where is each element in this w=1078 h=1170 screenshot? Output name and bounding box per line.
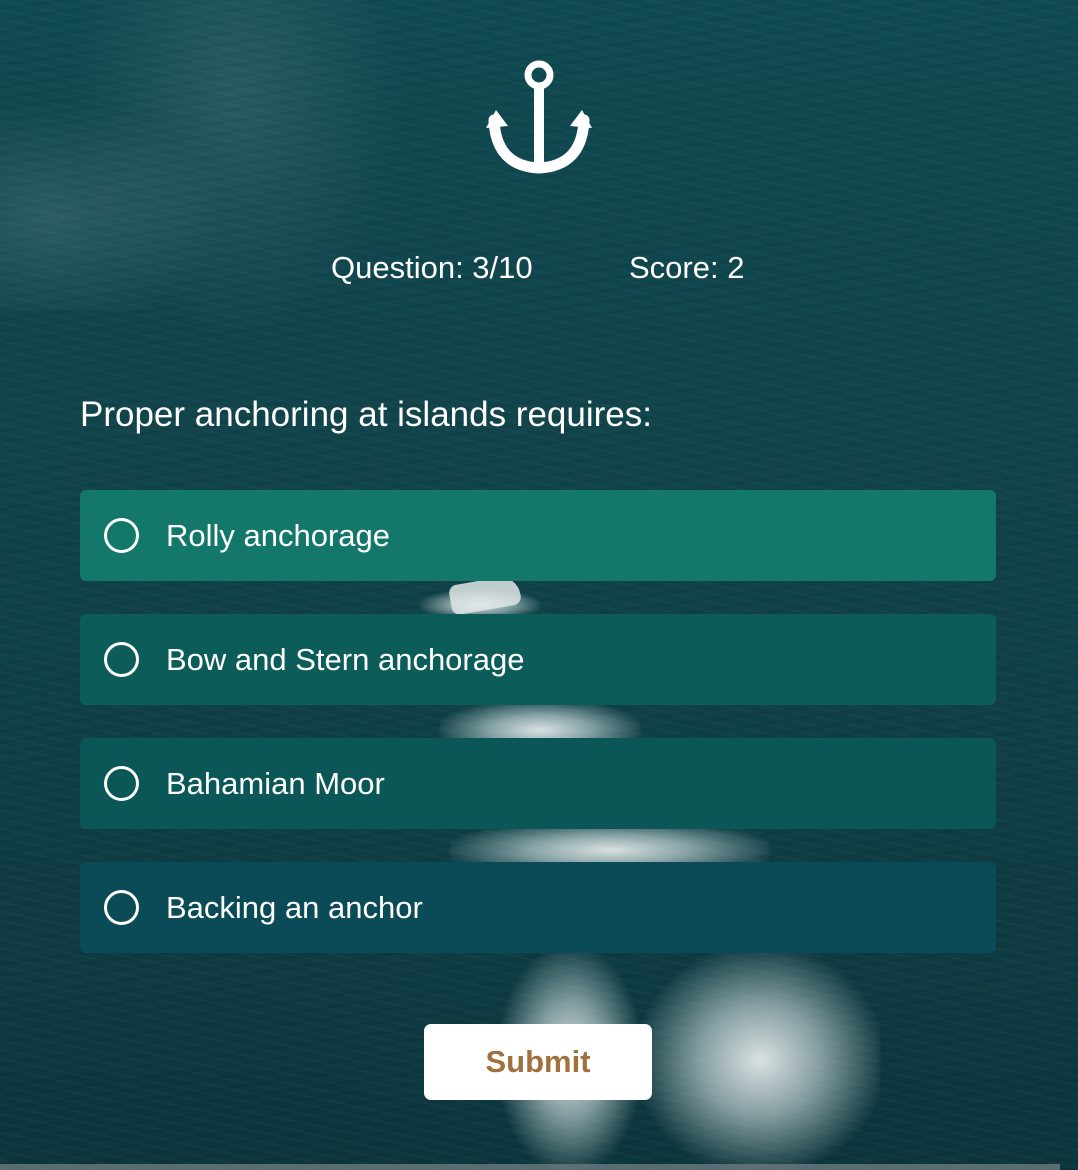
answer-option[interactable]: Backing an anchor [80,862,996,953]
radio-button[interactable] [104,518,139,553]
quiz-stats: Question: 3/10 Score: 2 [0,250,1078,290]
radio-button[interactable] [104,766,139,801]
answer-option[interactable]: Rolly anchorage [80,490,996,581]
answer-options: Rolly anchorage Bow and Stern anchorage … [80,490,996,986]
submit-button[interactable]: Submit [424,1024,652,1100]
answer-option[interactable]: Bow and Stern anchorage [80,614,996,705]
answer-option-label: Rolly anchorage [166,517,391,553]
answer-option-label: Bow and Stern anchorage [166,641,525,677]
answer-option-label: Bahamian Moor [166,765,385,801]
question-text: Proper anchoring at islands requires: [80,395,652,434]
answer-option[interactable]: Bahamian Moor [80,738,996,829]
radio-button[interactable] [104,642,139,677]
answer-option-label: Backing an anchor [166,889,423,925]
anchor-icon [484,58,594,174]
score-counter: Score: 2 [629,250,745,285]
bottom-scrollbar [0,1164,1060,1170]
radio-button[interactable] [104,890,139,925]
question-counter: Question: 3/10 [331,250,533,285]
